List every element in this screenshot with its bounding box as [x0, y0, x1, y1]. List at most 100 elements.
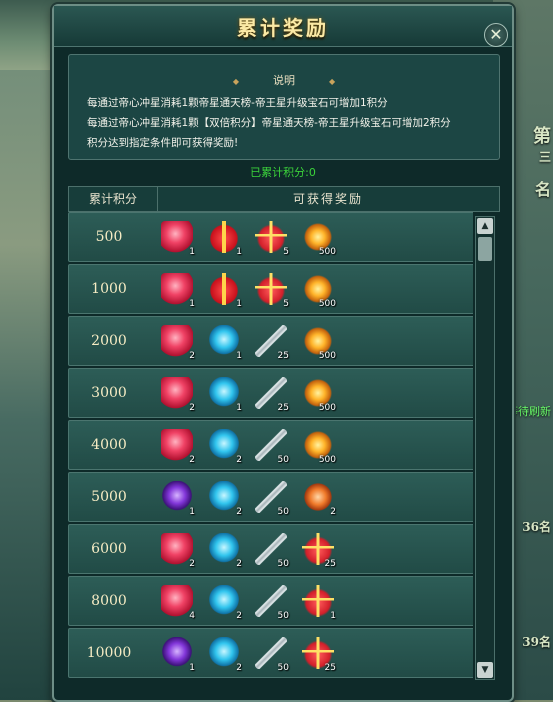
scroll-down-button[interactable]: ▼	[477, 662, 493, 678]
reward-quantity: 2	[189, 559, 195, 569]
reward-item[interactable]: 500	[302, 325, 336, 361]
reward-item[interactable]: 500	[302, 377, 336, 413]
reward-item[interactable]: 50	[255, 429, 289, 465]
side-rank-char-3: 名	[534, 180, 551, 199]
scrollbar[interactable]: ▲ ▼	[475, 216, 495, 680]
reward-item[interactable]: 25	[302, 637, 336, 673]
reward-item[interactable]: 500	[302, 429, 336, 465]
reward-item[interactable]: 2	[161, 533, 195, 569]
reward-item[interactable]: 5	[255, 221, 289, 257]
reward-item[interactable]: 500	[302, 221, 336, 257]
reward-quantity: 1	[236, 247, 242, 257]
reward-item[interactable]: 1	[161, 273, 195, 309]
reward-item[interactable]: 25	[255, 377, 289, 413]
reward-item[interactable]: 2	[208, 429, 242, 465]
reward-quantity: 2	[189, 455, 195, 465]
reward-list[interactable]: 500 1 1 5 500 1000 1 1 5 500 2000 2 1 25 500 3000 2 1 25 50…	[68, 212, 473, 684]
description-line-3: 积分达到指定条件即可获得奖励!	[87, 137, 239, 149]
reward-quantity: 2	[189, 351, 195, 361]
row-score: 4000	[91, 437, 127, 453]
reward-table-header: 累计积分 可获得奖励	[68, 186, 500, 212]
background-scenery-left	[0, 0, 55, 700]
reward-row: 4000 2 2 50 500	[68, 420, 473, 470]
reward-item[interactable]: 50	[255, 533, 289, 569]
reward-row: 1000 1 1 5 500	[68, 264, 473, 314]
accumulated-score-label: 已累计积分:	[250, 166, 309, 179]
reward-item[interactable]: 2	[161, 377, 195, 413]
reward-quantity: 500	[318, 247, 336, 257]
row-score: 500	[95, 229, 123, 245]
reward-quantity: 1	[189, 299, 195, 309]
reward-row: 8000 4 2 50 1	[68, 576, 473, 626]
reward-item[interactable]: 1	[208, 221, 242, 257]
reward-quantity: 2	[236, 663, 242, 673]
reward-quantity: 50	[277, 455, 289, 465]
scroll-up-button[interactable]: ▲	[477, 218, 493, 234]
reward-item[interactable]: 2	[208, 481, 242, 517]
reward-quantity: 500	[318, 403, 336, 413]
reward-item[interactable]: 2	[208, 585, 242, 621]
reward-item[interactable]: 2	[161, 325, 195, 361]
reward-quantity: 1	[189, 247, 195, 257]
reward-item[interactable]: 1	[161, 481, 195, 517]
reward-item[interactable]: 50	[255, 637, 289, 673]
reward-item[interactable]: 25	[255, 325, 289, 361]
reward-quantity: 1	[189, 507, 195, 517]
reward-quantity: 500	[318, 455, 336, 465]
reward-quantity: 2	[330, 507, 336, 517]
diamond-ornament-icon: ◆	[329, 77, 336, 86]
reward-item[interactable]: 2	[161, 429, 195, 465]
reward-quantity: 5	[283, 299, 289, 309]
description-line-2: 每通过帝心冲星消耗1颗【双倍积分】帝星通天榜-帝王星升级宝石可增加2积分	[87, 117, 451, 129]
row-score: 5000	[91, 489, 127, 505]
scroll-thumb[interactable]	[478, 237, 492, 261]
reward-item[interactable]: 500	[302, 273, 336, 309]
reward-row: 3000 2 1 25 500	[68, 368, 473, 418]
reward-row: 6000 2 2 50 25	[68, 524, 473, 574]
reward-item[interactable]: 1	[302, 585, 336, 621]
reward-quantity: 2	[236, 559, 242, 569]
reward-quantity: 2	[236, 507, 242, 517]
description-box: ◆ 说明 ◆ 每通过帝心冲星消耗1颗帝星通天榜-帝王星升级宝石可增加1积分 每通过帝…	[68, 54, 500, 160]
reward-item[interactable]: 1	[208, 273, 242, 309]
description-heading: ◆ 说明 ◆	[69, 72, 499, 88]
reward-quantity: 1	[236, 351, 242, 361]
reward-item[interactable]: 1	[208, 325, 242, 361]
diamond-ornament-icon: ◆	[232, 77, 239, 86]
row-score: 10000	[86, 645, 132, 661]
reward-quantity: 1	[189, 663, 195, 673]
description-line-1: 每通过帝心冲星消耗1颗帝星通天榜-帝王星升级宝石可增加1积分	[87, 97, 388, 109]
reward-item[interactable]: 1	[208, 377, 242, 413]
row-score: 1000	[91, 281, 127, 297]
reward-item[interactable]: 25	[302, 533, 336, 569]
reward-quantity: 500	[318, 351, 336, 361]
reward-item[interactable]: 1	[161, 637, 195, 673]
reward-quantity: 25	[324, 559, 336, 569]
reward-quantity: 50	[277, 611, 289, 621]
row-score: 3000	[91, 385, 127, 401]
reward-quantity: 1	[236, 299, 242, 309]
reward-item[interactable]: 50	[255, 481, 289, 517]
reward-item[interactable]: 2	[208, 637, 242, 673]
side-rank-char-1: 第	[533, 126, 551, 147]
accumulated-score: 已累计积分:0	[54, 164, 512, 180]
row-score: 6000	[91, 541, 127, 557]
side-rank-label-b: 39名	[522, 635, 551, 649]
column-header-score: 累计积分	[69, 187, 158, 211]
reward-quantity: 25	[324, 663, 336, 673]
reward-item[interactable]: 2	[302, 481, 336, 517]
close-button[interactable]: ✕	[484, 23, 508, 47]
reward-quantity: 2	[236, 455, 242, 465]
reward-quantity: 50	[277, 507, 289, 517]
reward-item[interactable]: 2	[208, 533, 242, 569]
reward-item[interactable]: 5	[255, 273, 289, 309]
reward-quantity: 4	[189, 611, 195, 621]
row-score: 2000	[91, 333, 127, 349]
accumulated-score-value: 0	[308, 166, 316, 179]
reward-quantity: 5	[283, 247, 289, 257]
reward-item[interactable]: 50	[255, 585, 289, 621]
reward-quantity: 50	[277, 663, 289, 673]
title-bar: 累计奖励	[54, 6, 512, 47]
reward-item[interactable]: 1	[161, 221, 195, 257]
reward-item[interactable]: 4	[161, 585, 195, 621]
